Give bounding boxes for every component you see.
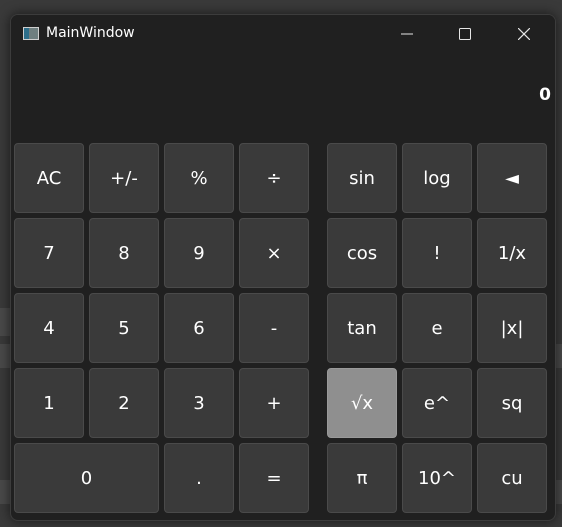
title-bar[interactable]: MainWindow xyxy=(11,15,555,53)
digit-2-button[interactable]: 2 xyxy=(89,368,159,438)
sin-button[interactable]: sin xyxy=(327,143,397,213)
close-button[interactable] xyxy=(501,15,547,53)
digit-3-button[interactable]: 3 xyxy=(164,368,234,438)
result-display: 0 xyxy=(539,85,551,105)
absolute-value-button[interactable]: |x| xyxy=(477,293,547,363)
clear-button[interactable]: AC xyxy=(14,143,84,213)
app-icon xyxy=(23,27,39,40)
equals-button[interactable]: = xyxy=(239,443,309,513)
digit-0-button[interactable]: 0 xyxy=(14,443,159,513)
pi-button[interactable]: π xyxy=(327,443,397,513)
square-root-button[interactable]: √x xyxy=(327,368,397,438)
calculator-window: MainWindow 0 AC +/- % ÷ 7 8 9 × 4 5 6 - … xyxy=(10,14,556,521)
maximize-icon xyxy=(459,28,471,40)
multiply-button[interactable]: × xyxy=(239,218,309,288)
maximize-button[interactable] xyxy=(442,15,488,53)
digit-8-button[interactable]: 8 xyxy=(89,218,159,288)
decimal-button[interactable]: . xyxy=(164,443,234,513)
background-strip xyxy=(0,344,10,368)
cos-button[interactable]: cos xyxy=(327,218,397,288)
digit-4-button[interactable]: 4 xyxy=(14,293,84,363)
reciprocal-button[interactable]: 1/x xyxy=(477,218,547,288)
add-button[interactable]: + xyxy=(239,368,309,438)
factorial-button[interactable]: ! xyxy=(402,218,472,288)
minimize-icon xyxy=(401,33,413,35)
background-strip xyxy=(0,308,10,336)
digit-7-button[interactable]: 7 xyxy=(14,218,84,288)
power-of-ten-button[interactable]: 10^ xyxy=(402,443,472,513)
square-button[interactable]: sq xyxy=(477,368,547,438)
background-strip xyxy=(0,480,10,504)
digit-6-button[interactable]: 6 xyxy=(164,293,234,363)
backspace-button[interactable]: ◄ xyxy=(477,143,547,213)
divide-button[interactable]: ÷ xyxy=(239,143,309,213)
exp-button[interactable]: e^ xyxy=(402,368,472,438)
percent-button[interactable]: % xyxy=(164,143,234,213)
digit-5-button[interactable]: 5 xyxy=(89,293,159,363)
subtract-button[interactable]: - xyxy=(239,293,309,363)
digit-9-button[interactable]: 9 xyxy=(164,218,234,288)
cube-button[interactable]: cu xyxy=(477,443,547,513)
log-button[interactable]: log xyxy=(402,143,472,213)
tan-button[interactable]: tan xyxy=(327,293,397,363)
minimize-button[interactable] xyxy=(384,15,430,53)
digit-1-button[interactable]: 1 xyxy=(14,368,84,438)
euler-button[interactable]: e xyxy=(402,293,472,363)
negate-button[interactable]: +/- xyxy=(89,143,159,213)
window-title: MainWindow xyxy=(46,25,135,41)
close-icon xyxy=(518,28,530,40)
